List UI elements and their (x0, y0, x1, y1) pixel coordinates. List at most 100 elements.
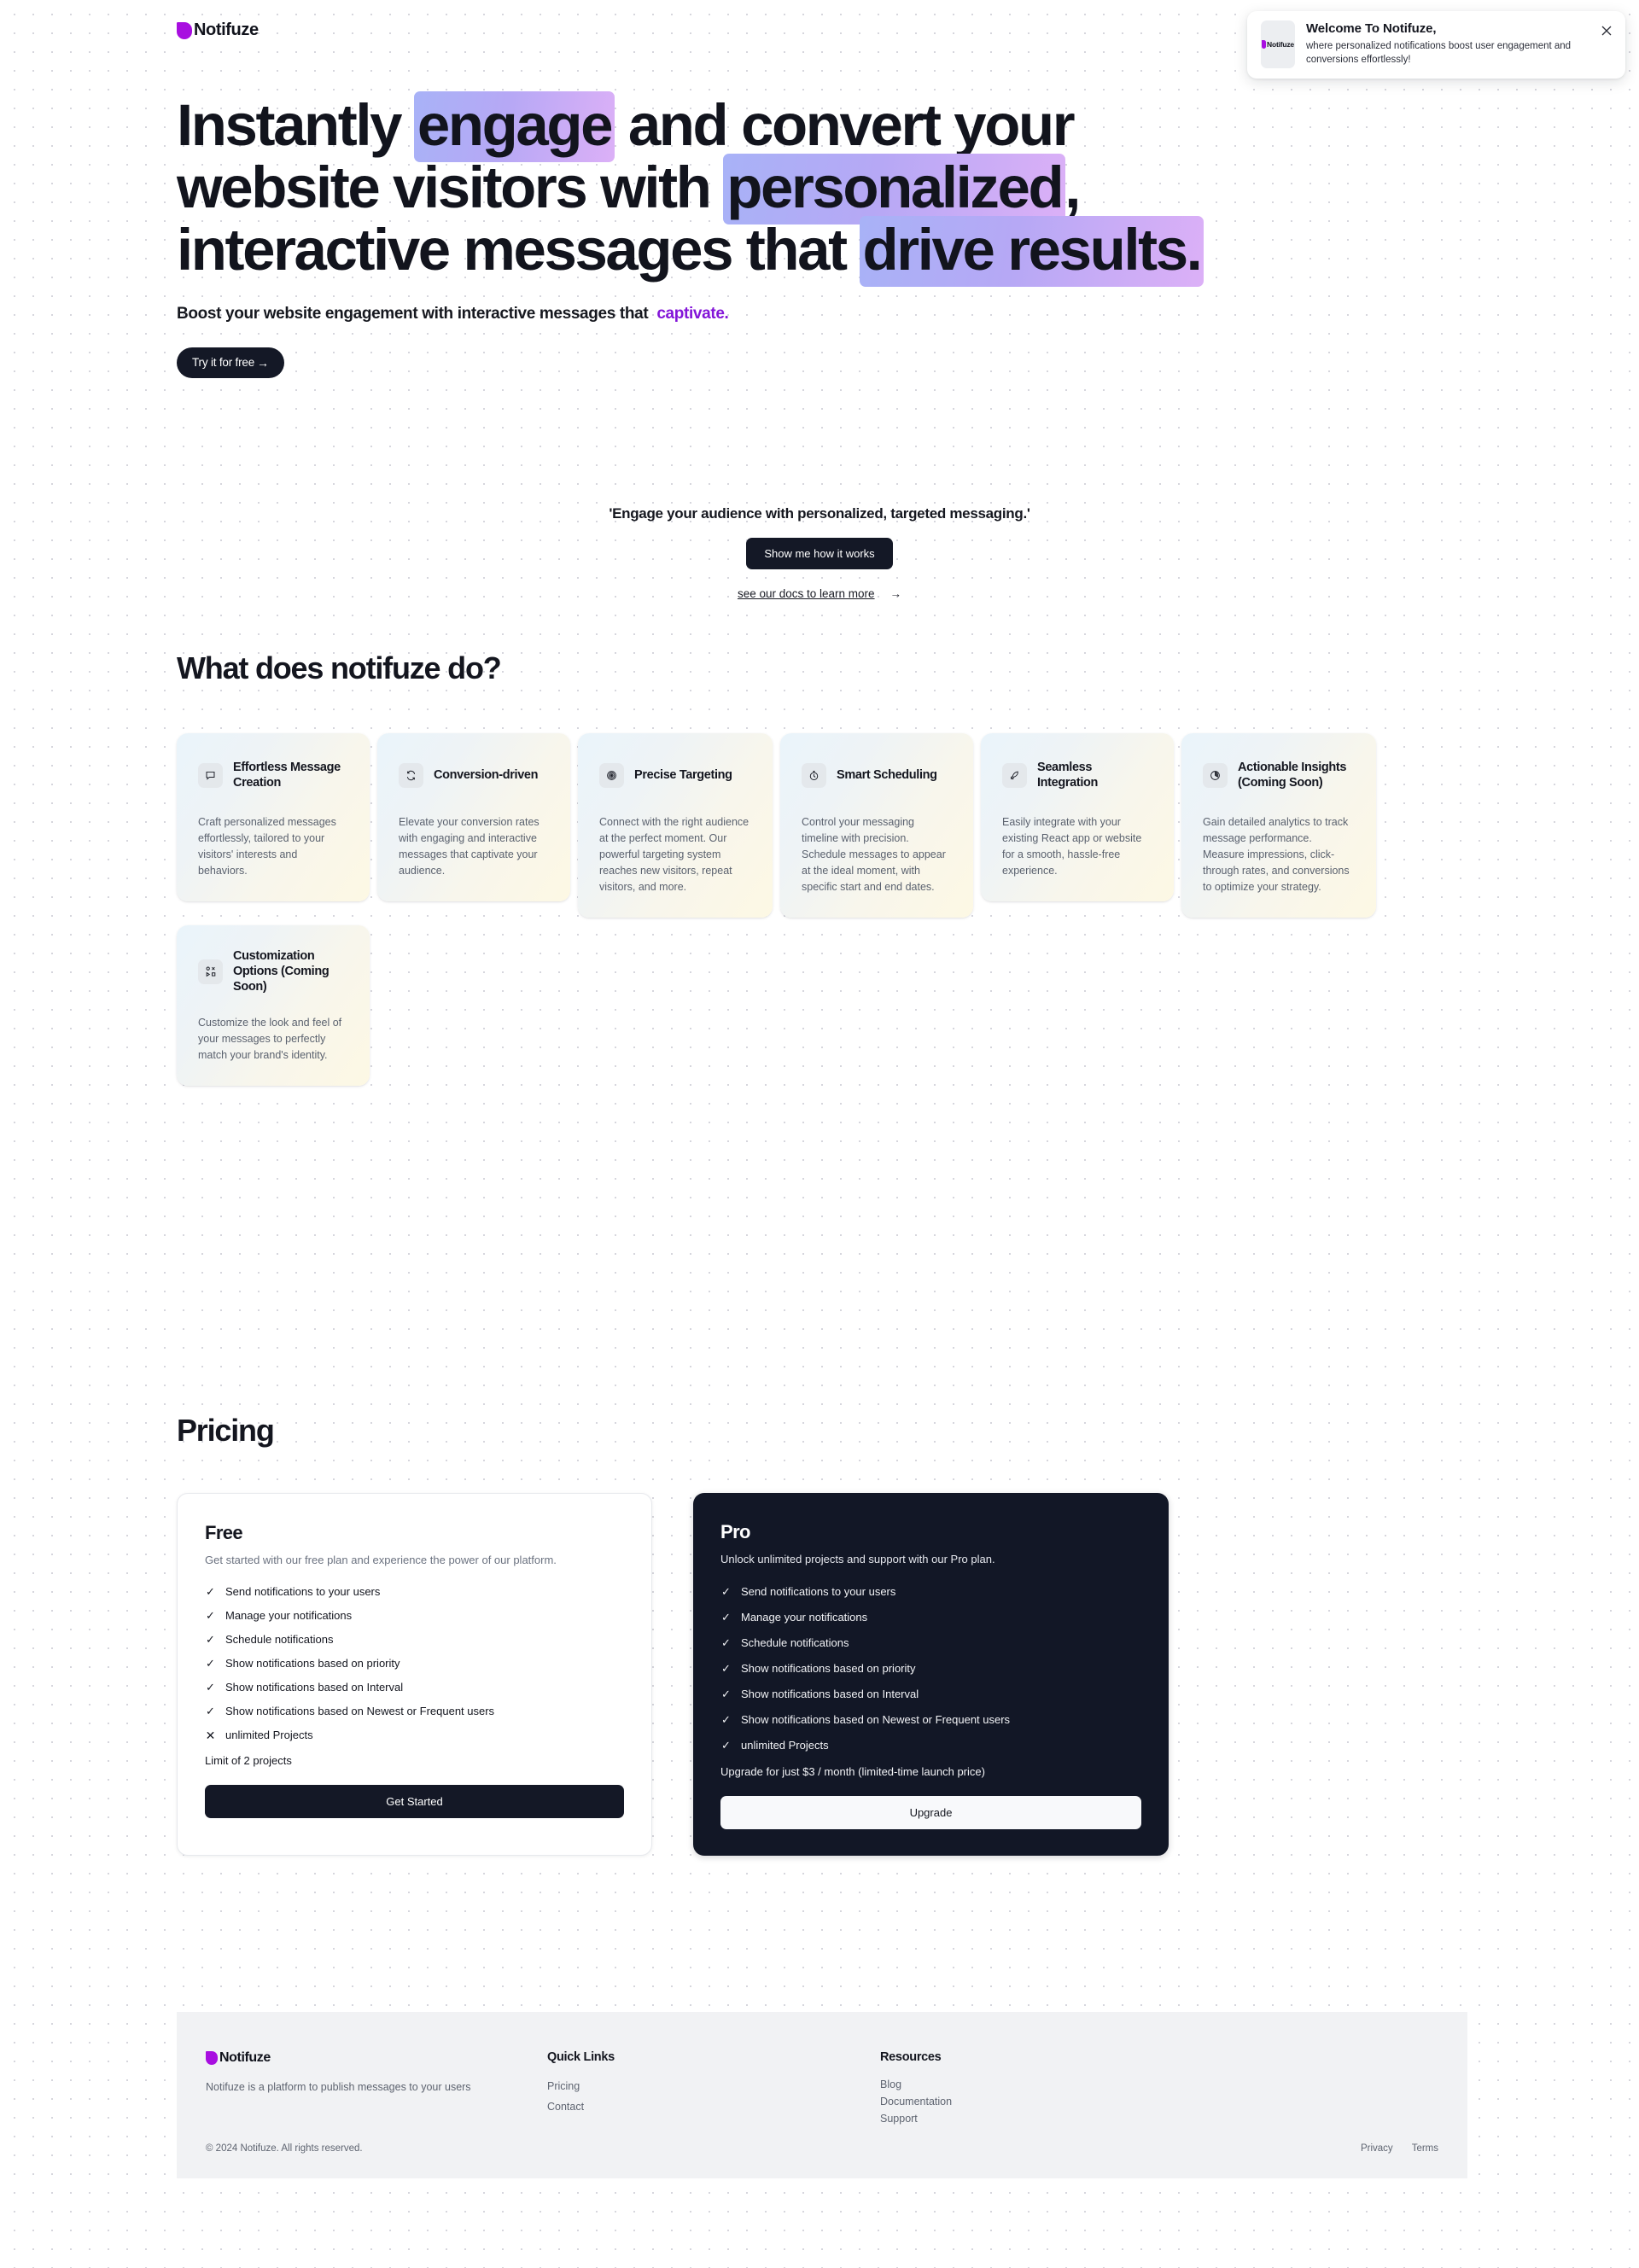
feature-card: Effortless Message Creation Craft persona… (177, 733, 370, 901)
plan-feature-label: Show notifications based on Interval (225, 1681, 404, 1694)
check-icon: ✓ (721, 1662, 731, 1675)
plan-feature-item: ✓ Show notifications based on priority (720, 1656, 1141, 1682)
mid-cta-quote: 'Engage your audience with personalized,… (609, 505, 1030, 522)
legal-link[interactable]: Privacy (1361, 2143, 1393, 2154)
plan-name: Free (205, 1522, 243, 1543)
feature-card-description: Elevate your conversion rates with engag… (399, 816, 540, 877)
feature-card: Customization Options (Coming Soon) Custo… (177, 925, 370, 1087)
toast-title: Welcome To Notifuze, (1306, 21, 1437, 36)
plan-subtitle: Get started with our free plan and exper… (205, 1554, 557, 1566)
feature-card: Actionable Insights (Coming Soon) Gain de… (1181, 733, 1376, 918)
docs-link[interactable]: see our docs to learn more → (738, 587, 901, 600)
footer-link[interactable]: Blog (880, 2076, 1213, 2093)
feature-card-header: Conversion-driven (399, 756, 549, 794)
check-icon: ✓ (206, 1633, 215, 1646)
feature-card: Conversion-driven Elevate your conversion… (377, 733, 570, 901)
try-it-for-free-label: Try it for free (192, 356, 255, 369)
feature-card-header: Customization Options (Coming Soon) (198, 948, 348, 994)
site-header: Notifuze (177, 20, 259, 40)
upgrade-button[interactable]: Upgrade (720, 1795, 1141, 1829)
feature-card: Precise Targeting Connect with the right … (578, 733, 773, 918)
cross-icon: ✕ (205, 1728, 216, 1742)
plan-feature-item: ✓ Manage your notifications (205, 1604, 624, 1628)
pricing-title: Pricing (177, 1413, 275, 1448)
footer-brand: Notifuze Notifuze is a platform to publi… (206, 2050, 547, 2127)
try-it-for-free-button[interactable]: Try it for free → (177, 347, 284, 378)
site-footer: Notifuze Notifuze is a platform to publi… (177, 2012, 1467, 2178)
footer-link[interactable]: Pricing (547, 2076, 880, 2096)
feature-card-header: Smart Scheduling (802, 756, 952, 794)
plan-feature-label: Send notifications to your users (225, 1585, 381, 1598)
plan-feature-label: Show notifications based on Newest or Fr… (225, 1705, 495, 1717)
notifuze-logo-icon (206, 2051, 218, 2065)
plan-feature-item: ✓ Schedule notifications (205, 1628, 624, 1652)
hero-subheading-accent: captivate. (656, 305, 729, 323)
footer-link[interactable]: Support (880, 2110, 1213, 2127)
check-icon: ✓ (721, 1611, 731, 1624)
check-icon: ✓ (721, 1739, 731, 1752)
feature-card-description: Control your messaging timeline with pre… (802, 816, 946, 893)
plan-feature-item: ✓ Show notifications based on priority (205, 1652, 624, 1676)
feature-card: Smart Scheduling Control your messaging t… (780, 733, 973, 918)
plan-feature-label: Show notifications based on priority (225, 1657, 400, 1670)
check-icon: ✓ (206, 1681, 215, 1694)
toast-thumb-label: Notifuze (1267, 40, 1294, 49)
plan-feature-label: Manage your notifications (741, 1611, 868, 1624)
footer-link[interactable]: Contact (547, 2096, 880, 2117)
plan-feature-item: ✕ unlimited Projects (205, 1723, 624, 1747)
footer-bottom-bar: © 2024 Notifuze. All rights reserved. Pr… (206, 2143, 1438, 2154)
arrow-right-icon: → (257, 355, 269, 370)
feature-card-title: Conversion-driven (434, 767, 539, 782)
features-section: What does notifuze do? Effortless Messag… (177, 650, 1474, 1087)
headline-text: Instantly (177, 92, 415, 158)
plan-feature-label: Show notifications based on Newest or Fr… (741, 1713, 1011, 1726)
hero-subheading: Boost your website engagement with inter… (177, 305, 1474, 324)
plan-feature-label: Schedule notifications (741, 1636, 849, 1649)
pie-chart-icon (1203, 762, 1228, 788)
plan-feature-list: ✓ Send notifications to your users ✓ Manage… (720, 1579, 1141, 1758)
feature-card-header: Precise Targeting (599, 756, 751, 794)
logo-text: Notifuze (194, 20, 259, 39)
footer-link[interactable]: Documentation (880, 2093, 1213, 2110)
features-title: What does notifuze do? (177, 650, 502, 685)
check-icon: ✓ (721, 1713, 731, 1726)
plan-feature-label: unlimited Projects (225, 1729, 313, 1741)
check-icon: ✓ (206, 1609, 215, 1622)
footer-column-title: Resources (880, 2050, 942, 2064)
pricing-plan-free: Free Get started with our free plan and e… (177, 1493, 652, 1856)
close-icon[interactable] (1600, 24, 1613, 38)
plan-note: Limit of 2 projects (205, 1753, 292, 1767)
plan-note: Upgrade for just $3 / month (limited-tim… (720, 1764, 985, 1778)
footer-link-list: Pricing Contact (547, 2076, 880, 2117)
arrow-right-icon: → (889, 587, 902, 600)
headline-highlight: engage (413, 91, 615, 162)
check-icon: ✓ (721, 1585, 731, 1598)
plan-subtitle: Unlock unlimited projects and support wi… (720, 1553, 995, 1565)
get-started-button[interactable]: Get Started (205, 1784, 624, 1818)
welcome-toast[interactable]: Notifuze Welcome To Notifuze, where pers… (1247, 11, 1625, 79)
feature-card-title: Smart Scheduling (837, 767, 937, 782)
legal-links: Privacy Terms (1361, 2143, 1438, 2154)
landing-page: Notifuze Notifuze Welcome To Notifuze, w… (0, 0, 1639, 2268)
feature-card-header: Actionable Insights (Coming Soon) (1203, 756, 1355, 794)
feature-card-title: Customization Options (Coming Soon) (233, 949, 330, 994)
show-me-how-it-works-button[interactable]: Show me how it works (746, 538, 893, 569)
plan-name: Pro (720, 1521, 750, 1542)
plan-feature-item: ✓ Show notifications based on Interval (720, 1682, 1141, 1707)
shapes-grid-icon (198, 959, 223, 984)
plan-feature-item: ✓ Show notifications based on Interval (205, 1676, 624, 1700)
feature-card-description: Craft personalized messages effortlessly… (198, 816, 336, 877)
check-icon: ✓ (721, 1636, 731, 1649)
legal-link[interactable]: Terms (1412, 2143, 1438, 2154)
feature-card-title: Actionable Insights (Coming Soon) (1238, 760, 1347, 790)
notifuze-logo-icon (177, 21, 192, 39)
toast-thumbnail: Notifuze (1261, 20, 1295, 68)
pricing-plan-pro: Pro Unlock unlimited projects and support… (693, 1493, 1169, 1856)
check-icon: ✓ (206, 1657, 215, 1670)
plan-feature-label: Manage your notifications (225, 1609, 353, 1622)
headline-highlight: drive results. (859, 216, 1204, 287)
plan-feature-item: ✓ unlimited Projects (720, 1733, 1141, 1758)
plan-feature-item: ✓ Send notifications to your users (205, 1580, 624, 1604)
feature-card: Seamless Integration Easily integrate wit… (981, 733, 1174, 901)
feature-card-title: Seamless Integration (1037, 760, 1099, 790)
